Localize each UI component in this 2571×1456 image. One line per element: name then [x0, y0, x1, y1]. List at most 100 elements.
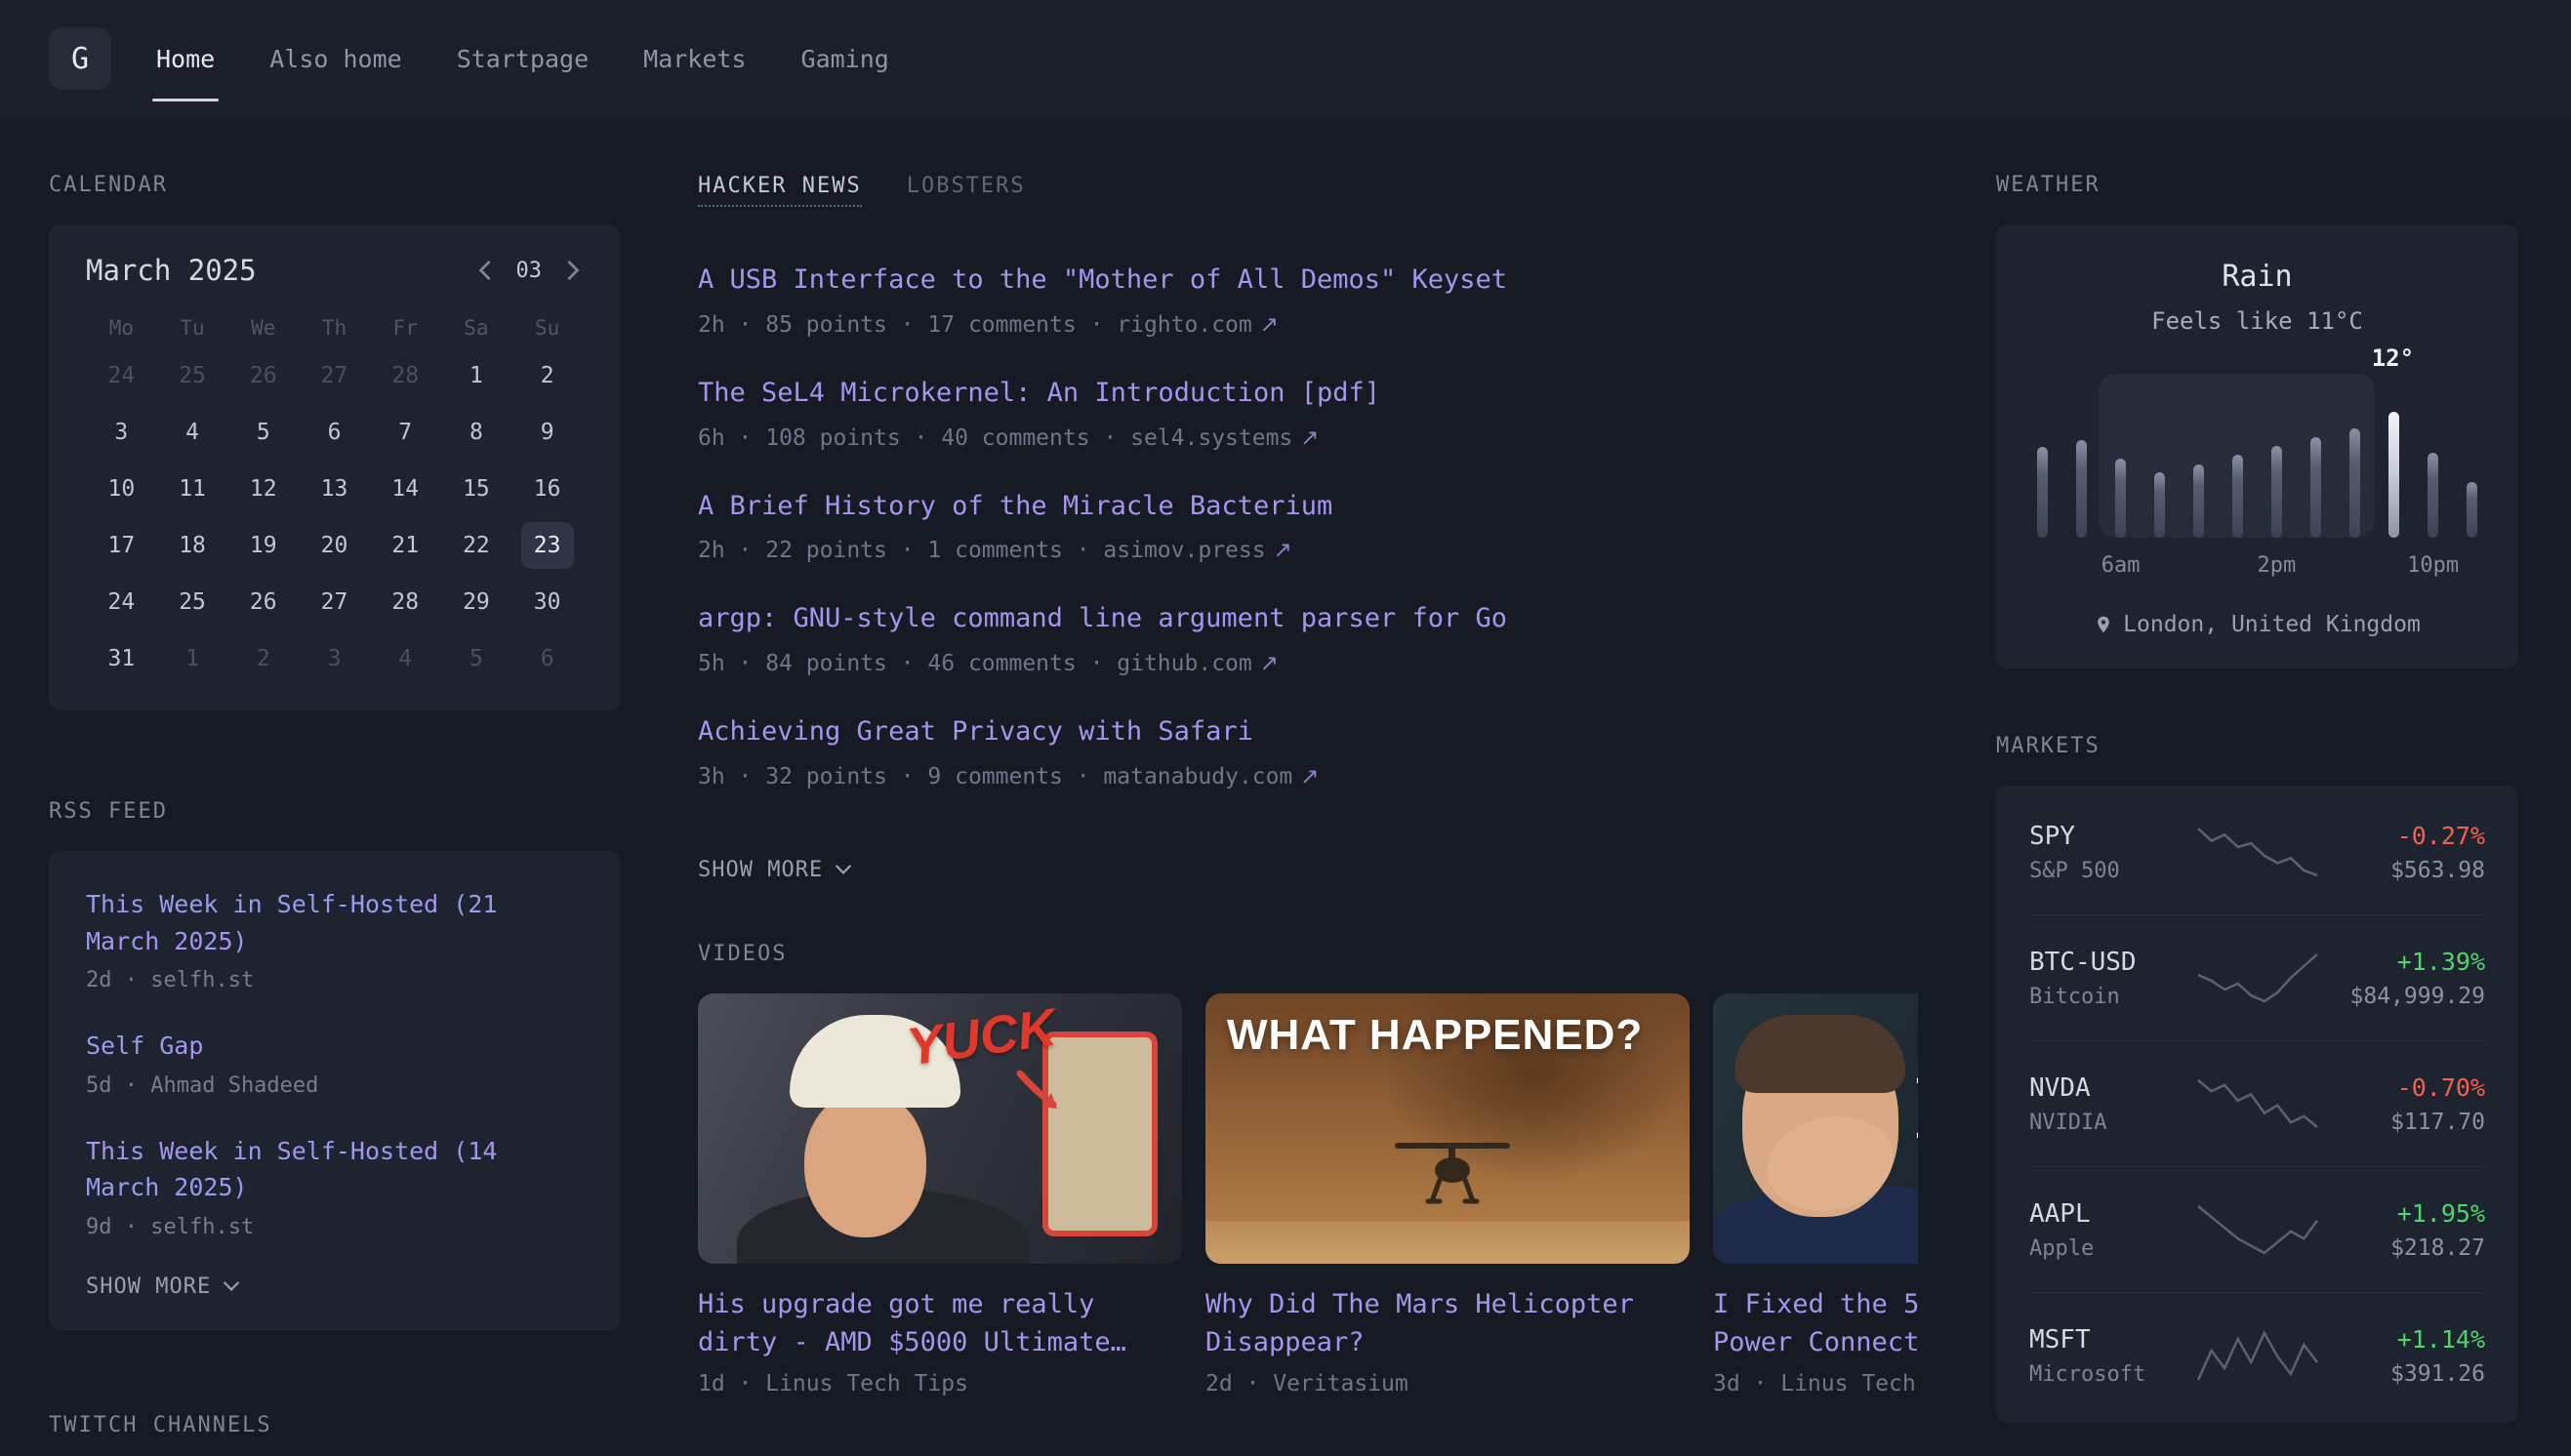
tab-hacker-news[interactable]: HACKER NEWS	[698, 174, 862, 207]
calendar-day: 31	[86, 630, 157, 687]
sparkline-chart	[2194, 825, 2321, 879]
external-link-icon[interactable]: ↗	[1274, 538, 1292, 563]
location-pin-icon	[2094, 613, 2113, 636]
calendar-day: 26	[227, 574, 299, 630]
weather-bar	[2154, 472, 2165, 539]
chevron-right-icon[interactable]	[561, 260, 583, 281]
calendar-day: 28	[370, 574, 441, 630]
market-row-aapl[interactable]: AAPL Apple +1.95% $218.27	[2029, 1167, 2485, 1293]
news-item-meta: 2h · 22 points · 1 comments · asimov.pre…	[698, 536, 1918, 565]
time-label: 6am	[2102, 553, 2141, 578]
calendar-controls: 03	[475, 259, 584, 283]
nav-tabs: Home Also home Startpage Markets Gaming	[156, 0, 889, 117]
video-title[interactable]: I Fixed the 5090's Melting Power Connect…	[1713, 1285, 1918, 1361]
middle-column: HACKER NEWS LOBSTERS A USB Interface to …	[698, 172, 1918, 1439]
video-title[interactable]: Why Did The Mars Helicopter Disappear?	[1205, 1285, 1690, 1361]
weather-location: London, United Kingdom	[2031, 612, 2483, 637]
list-item: This Week in Self-Hosted (21 March 2025)…	[86, 886, 583, 992]
show-more-label: SHOW MORE	[698, 858, 823, 882]
video-thumbnail[interactable]: WHAT HAPPENED?	[1205, 993, 1690, 1264]
calendar-day: 6	[299, 404, 370, 461]
market-price: $84,999.29	[2339, 984, 2486, 1009]
calendar-day: 24	[86, 574, 157, 630]
external-link-icon[interactable]: ↗	[1260, 651, 1279, 676]
news-item-title[interactable]: Achieving Great Privacy with Safari	[698, 713, 1918, 750]
current-temp-label: 12°	[2372, 344, 2414, 372]
calendar-weekdays: Mo Tu We Th Fr Sa Su	[86, 316, 583, 340]
news-meta-text: 3h · 32 points · 9 comments · matanabudy…	[698, 764, 1292, 789]
market-name: Apple	[2029, 1236, 2177, 1261]
tab-lobsters[interactable]: LOBSTERS	[907, 174, 1026, 198]
videos-section-title: VIDEOS	[698, 941, 1918, 968]
news-item-title[interactable]: A Brief History of the Miracle Bacterium	[698, 488, 1918, 525]
market-row-spy[interactable]: SPY S&P 500 -0.27% $563.98	[2029, 789, 2485, 915]
video-meta: 3d · Linus Tech Tips	[1713, 1371, 1918, 1396]
nav-tab-markets[interactable]: Markets	[643, 0, 746, 117]
calendar-widget: March 2025 03 Mo Tu We Th Fr Sa	[49, 224, 620, 710]
rss-show-more-button[interactable]: SHOW MORE	[86, 1274, 240, 1299]
rss-item-title[interactable]: This Week in Self-Hosted (14 March 2025)	[86, 1133, 583, 1206]
markets-widget: SPY S&P 500 -0.27% $563.98 BTC-USD Bitco…	[1996, 786, 2518, 1423]
video-thumbnail[interactable]: DO TH T	[1713, 993, 1918, 1264]
news-item-meta: 2h · 85 points · 17 comments · righto.co…	[698, 310, 1918, 340]
calendar-day: 15	[441, 461, 512, 517]
caption-line: T	[1916, 1123, 1918, 1177]
top-nav: G Home Also home Startpage Markets Gamin…	[0, 0, 2571, 117]
weather-bar	[2232, 455, 2243, 539]
weather-widget: Rain Feels like 11°C 12° 6am 2pm 10pm Lo…	[1996, 224, 2518, 668]
video-card: DO TH T I Fixed the 5090's Melting Power…	[1713, 993, 1918, 1396]
calendar-day: 17	[86, 517, 157, 574]
calendar-header: March 2025 03	[86, 254, 583, 287]
calendar-day: 20	[299, 517, 370, 574]
external-link-icon[interactable]: ↗	[1300, 425, 1319, 451]
calendar-day: 25	[157, 574, 228, 630]
weather-bars	[2031, 391, 2483, 538]
video-title[interactable]: His upgrade got me really dirty - AMD $5…	[698, 1285, 1182, 1361]
rss-item-title[interactable]: Self Gap	[86, 1028, 583, 1065]
video-meta: 1d · Linus Tech Tips	[698, 1371, 1182, 1396]
nav-tab-startpage[interactable]: Startpage	[457, 0, 589, 117]
news-show-more-button[interactable]: SHOW MORE	[698, 858, 852, 882]
market-row-btc-usd[interactable]: BTC-USD Bitcoin +1.39% $84,999.29	[2029, 915, 2485, 1041]
external-link-icon[interactable]: ↗	[1300, 764, 1319, 789]
nav-tab-also-home[interactable]: Also home	[269, 0, 401, 117]
calendar-day: 3	[86, 404, 157, 461]
calendar-grid: 2425262728123456789101112131415161718192…	[86, 347, 583, 687]
calendar-day: 18	[157, 517, 228, 574]
news-item-meta: 6h · 108 points · 40 comments · sel4.sys…	[698, 424, 1918, 453]
weather-bar	[2076, 440, 2087, 539]
weather-bar	[2467, 482, 2477, 538]
rss-item-title[interactable]: This Week in Self-Hosted (21 March 2025)	[86, 886, 583, 959]
calendar-day: 26	[227, 347, 299, 404]
video-meta: 2d · Veritasium	[1205, 1371, 1690, 1396]
news-item-title[interactable]: A USB Interface to the "Mother of All De…	[698, 262, 1918, 299]
video-thumbnail[interactable]: YUCK	[698, 993, 1182, 1264]
weather-time-labels: 6am 2pm 10pm	[2031, 553, 2483, 581]
market-ticker: SPY	[2029, 822, 2177, 851]
calendar-section-title: CALENDAR	[49, 172, 620, 199]
market-row-nvda[interactable]: NVDA NVIDIA -0.70% $117.70	[2029, 1041, 2485, 1167]
weekday-label: Sa	[441, 316, 512, 340]
calendar-day: 14	[370, 461, 441, 517]
app-logo[interactable]: G	[49, 27, 111, 90]
news-item-title[interactable]: The SeL4 Microkernel: An Introduction [p…	[698, 375, 1918, 412]
news-meta-text: 2h · 22 points · 1 comments · asimov.pre…	[698, 538, 1266, 563]
calendar-day: 22	[441, 517, 512, 574]
rss-item-meta: 5d · Ahmad Shadeed	[86, 1073, 583, 1098]
external-link-icon[interactable]: ↗	[1260, 312, 1279, 338]
list-item: The SeL4 Microkernel: An Introduction [p…	[698, 375, 1918, 453]
news-item-title[interactable]: argp: GNU-style command line argument pa…	[698, 600, 1918, 637]
nav-tab-home[interactable]: Home	[156, 0, 215, 117]
weather-section-title: WEATHER	[1996, 172, 2518, 199]
news-item-meta: 3h · 32 points · 9 comments · matanabudy…	[698, 762, 1918, 791]
twitch-section-title: TWITCH CHANNELS	[49, 1412, 620, 1439]
market-row-msft[interactable]: MSFT Microsoft +1.14% $391.26	[2029, 1293, 2485, 1419]
market-name: Microsoft	[2029, 1362, 2177, 1387]
list-item: argp: GNU-style command line argument pa…	[698, 600, 1918, 678]
market-change: +1.14%	[2339, 1325, 2486, 1354]
calendar-day: 6	[511, 630, 583, 687]
market-name: NVIDIA	[2029, 1111, 2177, 1135]
time-label: 2pm	[2258, 553, 2297, 578]
nav-tab-gaming[interactable]: Gaming	[801, 0, 889, 117]
chevron-left-icon[interactable]	[475, 260, 497, 281]
